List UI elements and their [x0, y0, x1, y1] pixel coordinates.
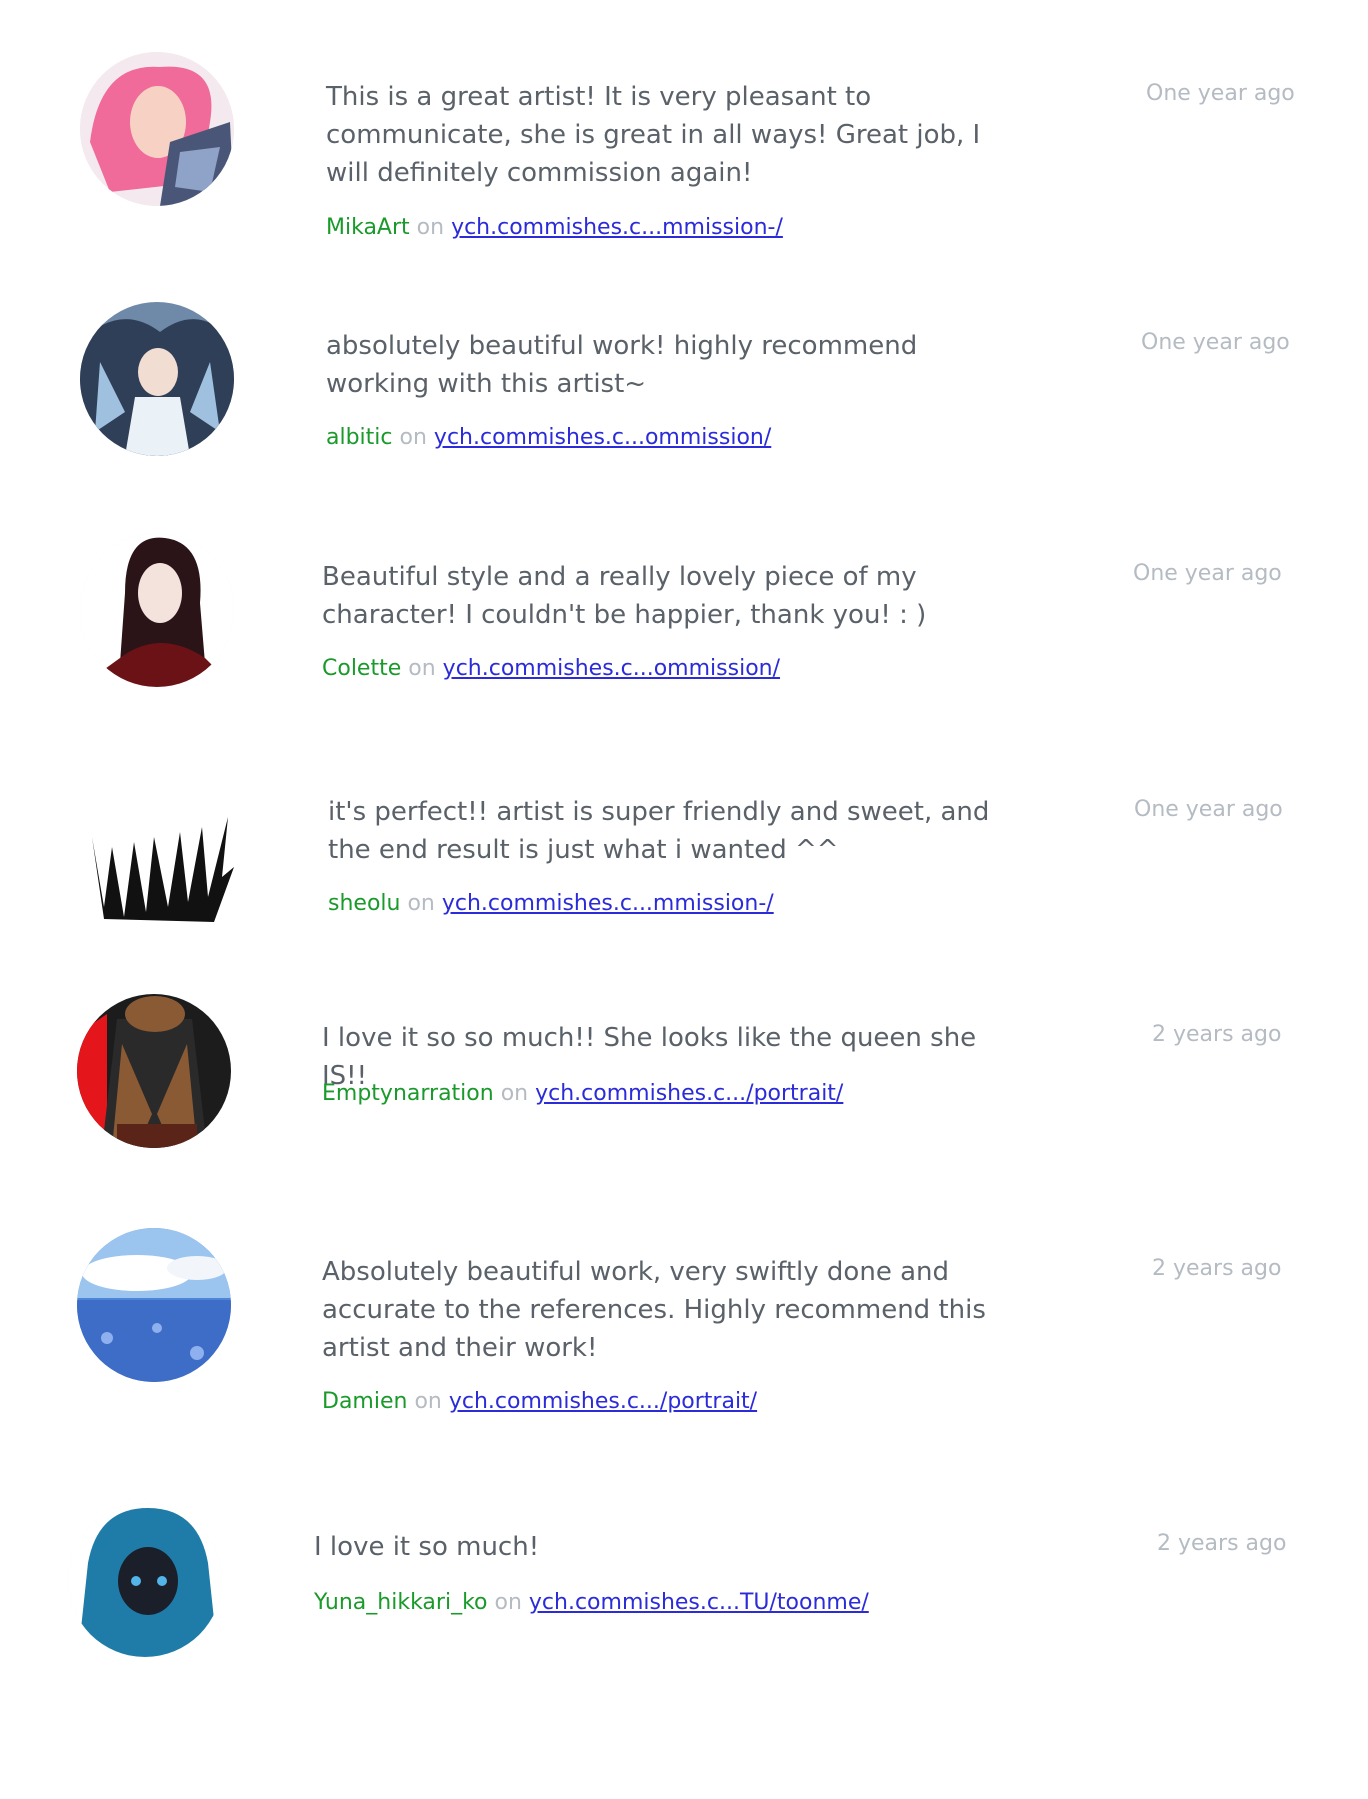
- review-time: 2 years ago: [1152, 1022, 1282, 1047]
- author-name[interactable]: Yuna_hikkari_ko: [314, 1590, 488, 1615]
- avatar[interactable]: [84, 790, 238, 944]
- on-label: on: [399, 425, 427, 450]
- avatar[interactable]: [80, 52, 234, 206]
- review-text: I love it so much!: [314, 1532, 540, 1562]
- review-text: Beautiful style and a really lovely piec…: [322, 562, 927, 630]
- review-text: absolutely beautiful work! highly recomm…: [326, 331, 918, 399]
- on-label: on: [414, 1389, 442, 1414]
- commission-link[interactable]: ych.commishes.c...TU/toonme/: [529, 1590, 869, 1615]
- review-meta: Damien on ych.commishes.c.../portrait/: [322, 1389, 757, 1414]
- on-label: on: [407, 891, 435, 916]
- review-time: 2 years ago: [1152, 1256, 1282, 1281]
- author-name[interactable]: albitic: [326, 425, 393, 450]
- review-meta: Colette on ych.commishes.c...ommission/: [322, 656, 780, 681]
- review-time: One year ago: [1133, 561, 1282, 586]
- review-text: Absolutely beautiful work, very swiftly …: [322, 1257, 986, 1363]
- commission-link[interactable]: ych.commishes.c...ommission/: [443, 656, 780, 681]
- review-time: One year ago: [1141, 330, 1290, 355]
- avatar[interactable]: [80, 533, 234, 687]
- review-meta: Yuna_hikkari_ko on ych.commishes.c...TU/…: [314, 1590, 869, 1615]
- author-name[interactable]: Emptynarration: [322, 1081, 494, 1106]
- avatar[interactable]: [68, 1503, 222, 1657]
- on-label: on: [494, 1590, 522, 1615]
- review-text: it's perfect!! artist is super friendly …: [328, 797, 990, 865]
- avatar[interactable]: [77, 994, 231, 1148]
- commission-link[interactable]: ych.commishes.c...ommission/: [434, 425, 771, 450]
- author-name[interactable]: Damien: [322, 1389, 407, 1414]
- review-text: This is a great artist! It is very pleas…: [326, 82, 981, 188]
- review-meta: sheolu on ych.commishes.c...mmission-/: [328, 891, 774, 916]
- commission-link[interactable]: ych.commishes.c...mmission-/: [442, 891, 774, 916]
- avatar[interactable]: [80, 302, 234, 456]
- review-time: One year ago: [1146, 81, 1295, 106]
- on-label: on: [408, 656, 436, 681]
- review-meta: MikaArt on ych.commishes.c...mmission-/: [326, 215, 783, 240]
- author-name[interactable]: sheolu: [328, 891, 400, 916]
- on-label: on: [500, 1081, 529, 1106]
- review-time: 2 years ago: [1157, 1531, 1287, 1556]
- commission-link[interactable]: ych.commishes.c...mmission-/: [451, 215, 783, 240]
- review-meta: albitic on ych.commishes.c...ommission/: [326, 425, 771, 450]
- avatar[interactable]: [77, 1228, 231, 1382]
- author-name[interactable]: Colette: [322, 656, 401, 681]
- commission-link[interactable]: ych.commishes.c.../portrait/: [535, 1081, 843, 1106]
- review-time: One year ago: [1134, 797, 1283, 822]
- review-meta: Emptynarration on ych.commishes.c.../por…: [322, 1081, 843, 1106]
- commission-link[interactable]: ych.commishes.c.../portrait/: [449, 1389, 757, 1414]
- on-label: on: [416, 215, 445, 240]
- author-name[interactable]: MikaArt: [326, 215, 410, 240]
